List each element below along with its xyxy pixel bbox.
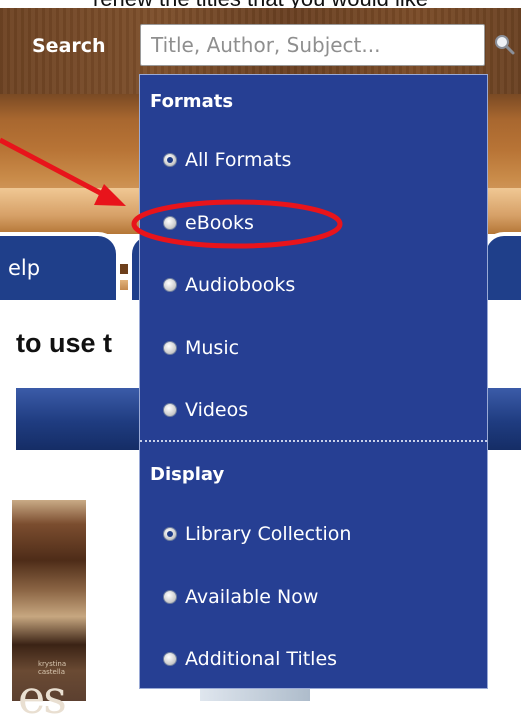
radio-icon[interactable] [163,278,177,292]
search-input[interactable] [140,24,485,66]
tab-help[interactable]: elp [0,232,120,302]
radio-icon[interactable] [163,652,177,666]
option-label: Videos [185,399,249,421]
radio-icon[interactable] [163,527,177,541]
format-option-videos[interactable]: Videos [163,399,248,421]
search-options-dropdown: Formats All Formats eBooks Audiobooks Mu… [139,74,488,689]
option-label: All Formats [185,149,292,171]
radio-icon[interactable] [163,403,177,417]
search-label: Search [32,35,106,57]
radio-icon[interactable] [163,153,177,167]
display-option-library-collection[interactable]: Library Collection [163,523,351,545]
page-heading: to use t [16,328,113,358]
caption-text: renew the titles that you would like [0,0,521,11]
display-option-additional-titles[interactable]: Additional Titles [163,648,337,670]
option-label: Library Collection [185,523,352,545]
option-label: Music [185,337,240,359]
search-icon[interactable] [493,33,515,55]
option-label: Additional Titles [185,648,338,670]
format-option-ebooks[interactable]: eBooks [163,212,254,234]
tab-help-label: elp [8,256,41,280]
cover-title-letters: es [18,670,67,724]
radio-icon[interactable] [163,216,177,230]
radio-icon[interactable] [163,341,177,355]
option-label: Available Now [185,586,319,608]
option-label: Audiobooks [185,274,296,296]
book-cover[interactable]: krystina castella es [12,500,86,724]
format-option-all-formats[interactable]: All Formats [163,149,291,171]
format-option-audiobooks[interactable]: Audiobooks [163,274,295,296]
format-option-music[interactable]: Music [163,337,239,359]
display-section-title: Display [150,464,225,485]
dropdown-divider [140,440,487,442]
radio-icon[interactable] [163,590,177,604]
option-label: eBooks [185,212,254,234]
formats-section-title: Formats [150,91,234,112]
display-option-available-now[interactable]: Available Now [163,586,318,608]
